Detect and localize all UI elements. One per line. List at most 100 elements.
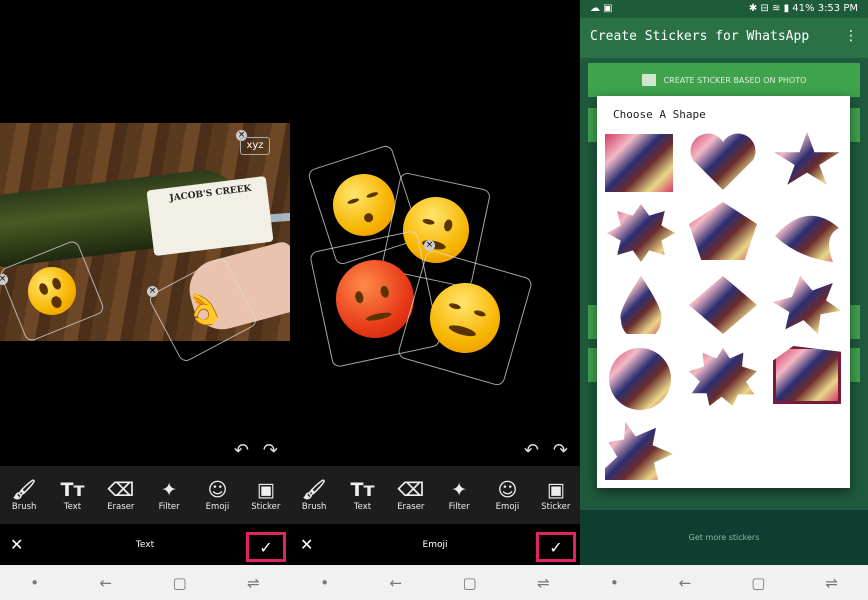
- close-icon[interactable]: ×: [147, 286, 158, 297]
- home-icon[interactable]: ▢: [751, 574, 765, 592]
- tool-label: Eraser: [397, 502, 425, 512]
- tool-label: Filter: [158, 502, 180, 512]
- home-icon[interactable]: ▢: [173, 574, 187, 592]
- tool-brush[interactable]: 🖌 Brush: [1, 478, 47, 512]
- tool-bar: 🖌 Brush Tт Text ⌫ Eraser ✦ Filter ☺ Emoji ▣ St…: [290, 466, 580, 524]
- shape-square[interactable]: [605, 134, 673, 192]
- tool-label: Brush: [301, 502, 327, 512]
- emoji-icon: ☺: [207, 479, 228, 501]
- tool-emoji[interactable]: ☺ Emoji: [484, 478, 530, 512]
- eraser-icon: ⌫: [397, 479, 425, 501]
- dot-icon[interactable]: •: [610, 574, 619, 592]
- tool-label: Text: [63, 502, 82, 512]
- recents-icon[interactable]: ⇌: [537, 574, 550, 592]
- confirm-button[interactable]: ✓: [536, 532, 576, 562]
- recents-icon[interactable]: ⇌: [247, 574, 260, 592]
- tool-eraser[interactable]: ⌫ Eraser: [388, 478, 434, 512]
- shape-picker-screen: ☁ ▣ ✱ ⊟ ≋ ▮ 41% 3:53 PM Create Stickers …: [580, 0, 868, 600]
- shape-star[interactable]: [774, 132, 840, 185]
- tool-label: Emoji: [495, 502, 520, 512]
- filter-icon: ✦: [161, 479, 178, 501]
- notification-icons: ☁ ▣: [590, 3, 613, 14]
- app-title: Create Stickers for WhatsApp: [590, 29, 810, 44]
- tool-filter[interactable]: ✦ Filter: [436, 478, 482, 512]
- tool-sticker[interactable]: ▣ Sticker: [533, 478, 579, 512]
- redo-icon[interactable]: ↷: [263, 440, 278, 461]
- tool-label: Brush: [11, 502, 37, 512]
- history-controls: ↶ ↷: [220, 440, 278, 461]
- surprised-emoji-icon: [20, 259, 84, 323]
- back-icon[interactable]: ←: [100, 574, 113, 592]
- status-right: ✱ ⊟ ≋ ▮ 41% 3:53 PM: [748, 3, 858, 14]
- system-nav-bar: • ← ▢ ⇌: [290, 565, 580, 600]
- tool-filter[interactable]: ✦ Filter: [146, 478, 192, 512]
- create-sticker-button[interactable]: CREATE STICKER BASED ON PHOTO: [588, 63, 860, 97]
- shape-triangle-star[interactable]: [605, 422, 673, 480]
- system-nav-bar: • ← ▢ ⇌: [0, 565, 290, 600]
- dialog-title: Choose A Shape: [613, 108, 706, 121]
- history-controls: ↶ ↷: [510, 440, 568, 461]
- create-sticker-label: CREATE STICKER BASED ON PHOTO: [663, 75, 807, 85]
- get-more-stickers-button[interactable]: Get more stickers: [580, 510, 868, 565]
- dot-icon[interactable]: •: [30, 574, 39, 592]
- editor-panel-text: JACOB'S CREEK × xyz × 👌 × ↶ ↷ 🖌 Brush Tт Te…: [0, 0, 290, 600]
- sticker-icon: ▣: [256, 479, 275, 501]
- home-icon[interactable]: ▢: [463, 574, 477, 592]
- tool-text[interactable]: Tт Text: [339, 478, 385, 512]
- emoji-icon: ☺: [497, 479, 518, 501]
- confirm-button[interactable]: ✓: [246, 532, 286, 562]
- shape-frame[interactable]: [773, 346, 841, 404]
- tool-bar: 🖌 Brush Tт Text ⌫ Eraser ✦ Filter ☺ Emoji ▣ St…: [0, 466, 290, 524]
- tool-label: Sticker: [541, 502, 571, 512]
- editor-panel-emoji: × ↶ ↷ 🖌 Brush Tт Text ⌫ Eraser ✦ Filter ☺ Emoj…: [290, 0, 580, 600]
- tool-eraser[interactable]: ⌫ Eraser: [98, 478, 144, 512]
- shape-splat[interactable]: [773, 276, 841, 334]
- tool-label: Text: [353, 502, 372, 512]
- bottle-label-text: JACOB'S CREEK: [168, 183, 253, 204]
- overflow-menu-icon[interactable]: ⋮: [844, 28, 858, 44]
- image-icon: [641, 74, 656, 86]
- shape-pentagon[interactable]: [689, 202, 757, 260]
- text-sticker[interactable]: xyz: [240, 137, 270, 155]
- shape-heart[interactable]: [689, 132, 757, 190]
- tool-emoji[interactable]: ☺ Emoji: [194, 478, 240, 512]
- tool-label: Eraser: [107, 502, 135, 512]
- undo-icon[interactable]: ↶: [524, 440, 539, 461]
- undo-icon[interactable]: ↶: [234, 440, 249, 461]
- ok-hand-icon: 👌: [174, 282, 232, 338]
- check-icon: ✓: [259, 537, 273, 557]
- bottle-label: JACOB'S CREEK: [146, 175, 274, 257]
- shape-drop[interactable]: [617, 276, 665, 334]
- redo-icon[interactable]: ↷: [553, 440, 568, 461]
- app-bar: Create Stickers for WhatsApp ⋮: [580, 18, 868, 58]
- tool-text[interactable]: Tт Text: [49, 478, 95, 512]
- system-nav-bar: • ← ▢ ⇌: [580, 565, 868, 600]
- tool-label: Filter: [448, 502, 470, 512]
- filter-icon: ✦: [451, 479, 468, 501]
- check-icon: ✓: [549, 537, 563, 557]
- tool-brush[interactable]: 🖌 Brush: [291, 478, 337, 512]
- shape-burst[interactable]: [607, 204, 675, 262]
- back-icon[interactable]: ←: [390, 574, 403, 592]
- action-bar: ✕ Text ✓: [0, 527, 290, 565]
- text-icon: Tт: [60, 479, 85, 501]
- tool-label: Emoji: [205, 502, 230, 512]
- choose-shape-dialog: Choose A Shape: [597, 96, 850, 488]
- status-bar: ☁ ▣ ✱ ⊟ ≋ ▮ 41% 3:53 PM: [580, 0, 868, 18]
- sticker-icon: ▣: [546, 479, 565, 501]
- close-icon[interactable]: ×: [424, 240, 435, 251]
- shape-leaf[interactable]: [773, 206, 841, 264]
- dot-icon[interactable]: •: [320, 574, 329, 592]
- text-icon: Tт: [350, 479, 375, 501]
- brush-icon: 🖌: [12, 479, 37, 501]
- recents-icon[interactable]: ⇌: [825, 574, 838, 592]
- shape-diamond[interactable]: [689, 276, 757, 334]
- shape-circle[interactable]: [609, 348, 671, 410]
- shape-star-burst[interactable]: [689, 348, 757, 406]
- eraser-icon: ⌫: [107, 479, 135, 501]
- tool-sticker[interactable]: ▣ Sticker: [243, 478, 289, 512]
- brush-icon: 🖌: [302, 479, 327, 501]
- battery-level: 41%: [792, 3, 815, 14]
- back-icon[interactable]: ←: [679, 574, 692, 592]
- action-bar: ✕ Emoji ✓: [290, 527, 580, 565]
